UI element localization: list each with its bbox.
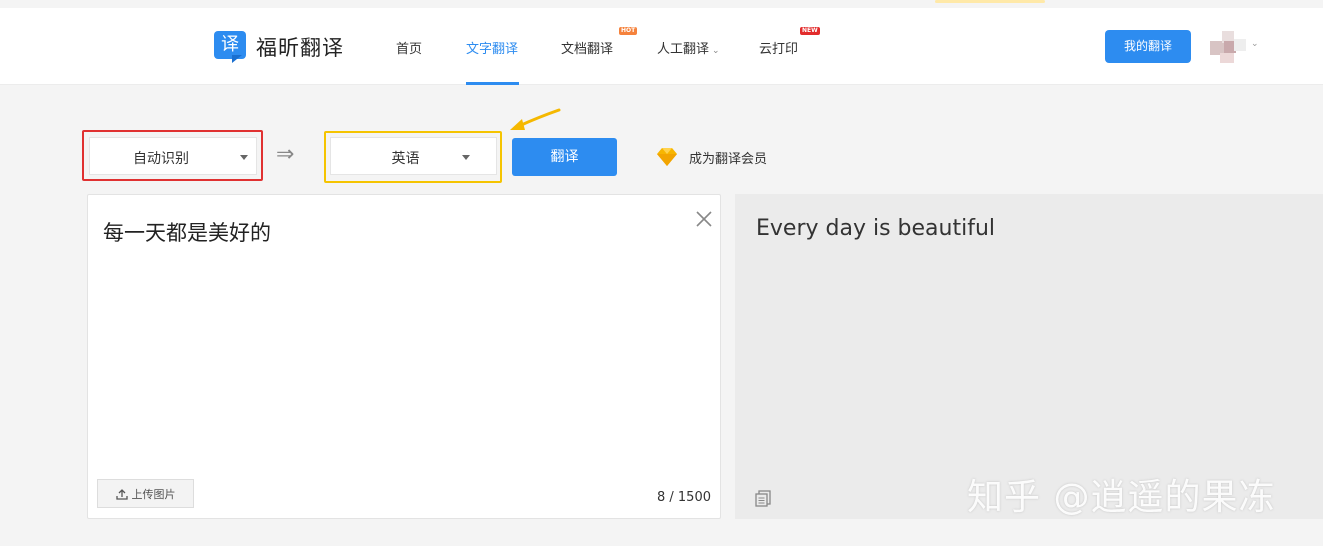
chevron-down-icon: ⌄ — [712, 46, 720, 56]
source-language-label: 自动识别 — [133, 151, 189, 167]
avatar[interactable] — [1210, 27, 1248, 65]
my-translations-button[interactable]: 我的翻译 — [1105, 30, 1191, 63]
hot-badge: HOT — [619, 27, 638, 35]
logo-icon: 译 — [212, 29, 250, 65]
become-member-link[interactable]: 成为翻译会员 — [655, 147, 767, 167]
upload-image-button[interactable]: 上传图片 — [97, 479, 194, 508]
dropdown-arrow-icon — [462, 155, 470, 160]
nav-item-text-translate[interactable]: 文字翻译 — [466, 38, 518, 57]
nav-item-human-translate[interactable]: 人工翻译 ⌄ — [657, 38, 720, 57]
top-strip — [0, 0, 1323, 8]
watermark: 知乎 @逍遥的果冻 — [967, 477, 1276, 518]
nav-item-home[interactable]: 首页 — [396, 38, 422, 57]
source-text-panel[interactable]: 每一天都是美好的 上传图片 8 / 1500 — [87, 194, 721, 519]
translate-button[interactable]: 翻译 — [512, 138, 617, 176]
nav-item-human-translate-label: 人工翻译 — [657, 42, 710, 57]
source-language-select[interactable]: 自动识别 — [89, 137, 257, 175]
become-member-label: 成为翻译会员 — [689, 151, 768, 167]
nav-item-cloud-print[interactable]: 云打印 — [759, 38, 798, 57]
copy-icon[interactable] — [753, 488, 773, 508]
header: 译 福昕翻译 首页 文字翻译 文档翻译 HOT 人工翻译 ⌄ 云打印 NEW 我的… — [0, 8, 1323, 85]
avatar-chevron-icon[interactable]: ⌄ — [1251, 39, 1259, 49]
close-icon[interactable] — [694, 209, 714, 229]
diamond-icon — [657, 148, 677, 166]
source-text-input[interactable]: 每一天都是美好的 — [103, 217, 271, 247]
target-language-select[interactable]: 英语 — [330, 137, 497, 175]
top-highlight — [935, 0, 1045, 3]
annotation-arrow-icon — [510, 108, 561, 130]
translation-result-text: Every day is beautiful — [756, 216, 996, 241]
new-badge: NEW — [800, 27, 820, 35]
character-counter: 8 / 1500 — [657, 490, 711, 505]
upload-icon — [115, 488, 128, 500]
upload-image-label: 上传图片 — [131, 487, 176, 501]
swap-languages-icon[interactable]: ⇒ — [276, 143, 294, 167]
logo[interactable]: 译 福昕翻译 — [212, 29, 344, 65]
dropdown-arrow-icon — [240, 155, 248, 160]
logo-text: 福昕翻译 — [256, 36, 344, 60]
active-tab-indicator — [466, 82, 519, 85]
nav-item-doc-translate[interactable]: 文档翻译 — [561, 38, 613, 57]
